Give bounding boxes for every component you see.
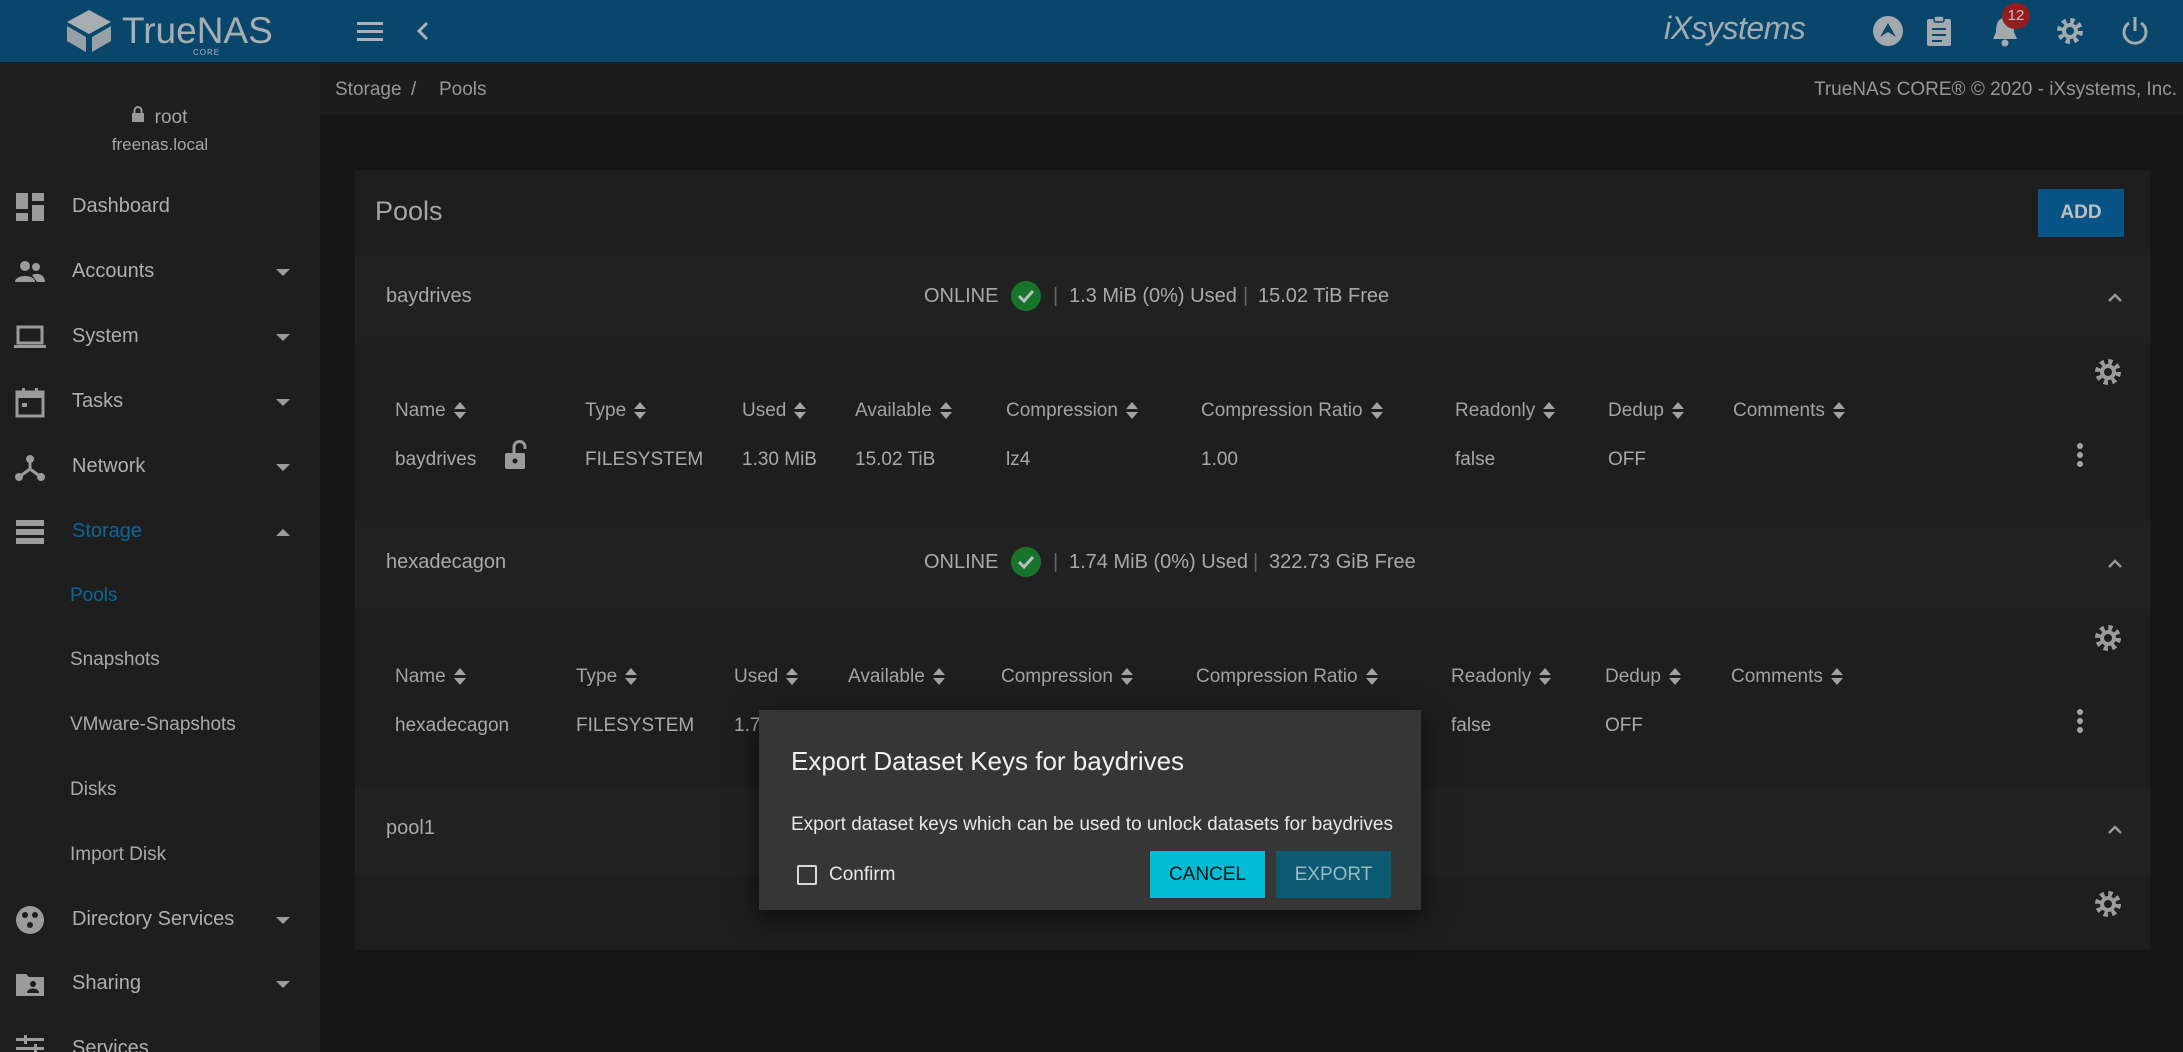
dialog-message: Export dataset keys which can be used to…: [791, 814, 1393, 835]
confirm-label[interactable]: Confirm: [829, 864, 896, 886]
export-button[interactable]: EXPORT: [1276, 851, 1391, 898]
export-keys-dialog: Export Dataset Keys for baydrives Export…: [759, 710, 1421, 910]
cancel-button[interactable]: CANCEL: [1150, 851, 1265, 898]
confirm-checkbox[interactable]: [797, 865, 817, 885]
dialog-title: Export Dataset Keys for baydrives: [791, 746, 1185, 776]
